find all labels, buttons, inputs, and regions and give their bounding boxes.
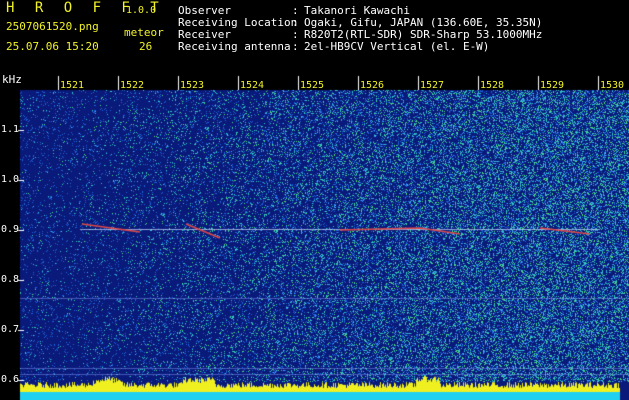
x-tick-label: 1524 (240, 80, 265, 91)
x-tick-label: 1529 (540, 80, 565, 91)
x-tick-label: 1523 (180, 80, 205, 91)
y-tick-label: 0.8 (1, 274, 20, 285)
header-panel: H R O F F T 1.0.0 2507061520.png 25.07.0… (0, 0, 629, 72)
x-tick-label: 1530 (600, 80, 625, 91)
x-tick-label: 1528 (480, 80, 505, 91)
event-count: 26 (139, 40, 153, 53)
x-tick-label: 1527 (420, 80, 445, 91)
x-tick-label: 1521 (60, 80, 85, 91)
antenna-value: 2el-HB9CV Vertical (el. E-W) (304, 40, 490, 53)
x-tick-label: 1525 (300, 80, 325, 91)
x-tick-label: 1526 (360, 80, 385, 91)
antenna-sep: : (292, 40, 299, 53)
capture-datetime: 25.07.06 15:20 (6, 40, 99, 53)
y-tick-label: 1.0 (1, 174, 20, 185)
antenna-label: Receiving antenna (178, 40, 291, 53)
app-version: 1.0.0 (126, 5, 157, 16)
event-type: meteor (124, 26, 164, 39)
x-tick-label: 1522 (120, 80, 145, 91)
spectrogram-canvas (0, 72, 629, 400)
y-axis-unit: kHz (2, 73, 22, 86)
y-tick-label: 0.7 (1, 324, 20, 335)
image-filename: 2507061520.png (6, 20, 99, 33)
y-tick-label: 0.6 (1, 374, 20, 385)
y-tick-label: 1.1 (1, 124, 20, 135)
y-tick-label: 0.9 (1, 224, 20, 235)
